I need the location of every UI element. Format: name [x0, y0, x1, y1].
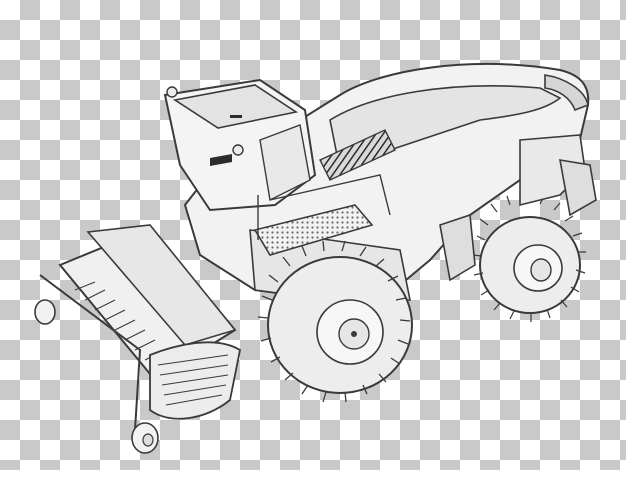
- image-bottom-border: [0, 470, 626, 501]
- operator-cab: [163, 78, 317, 212]
- forage-harvester-illustration: [34, 63, 597, 454]
- image-canvas: [0, 0, 626, 501]
